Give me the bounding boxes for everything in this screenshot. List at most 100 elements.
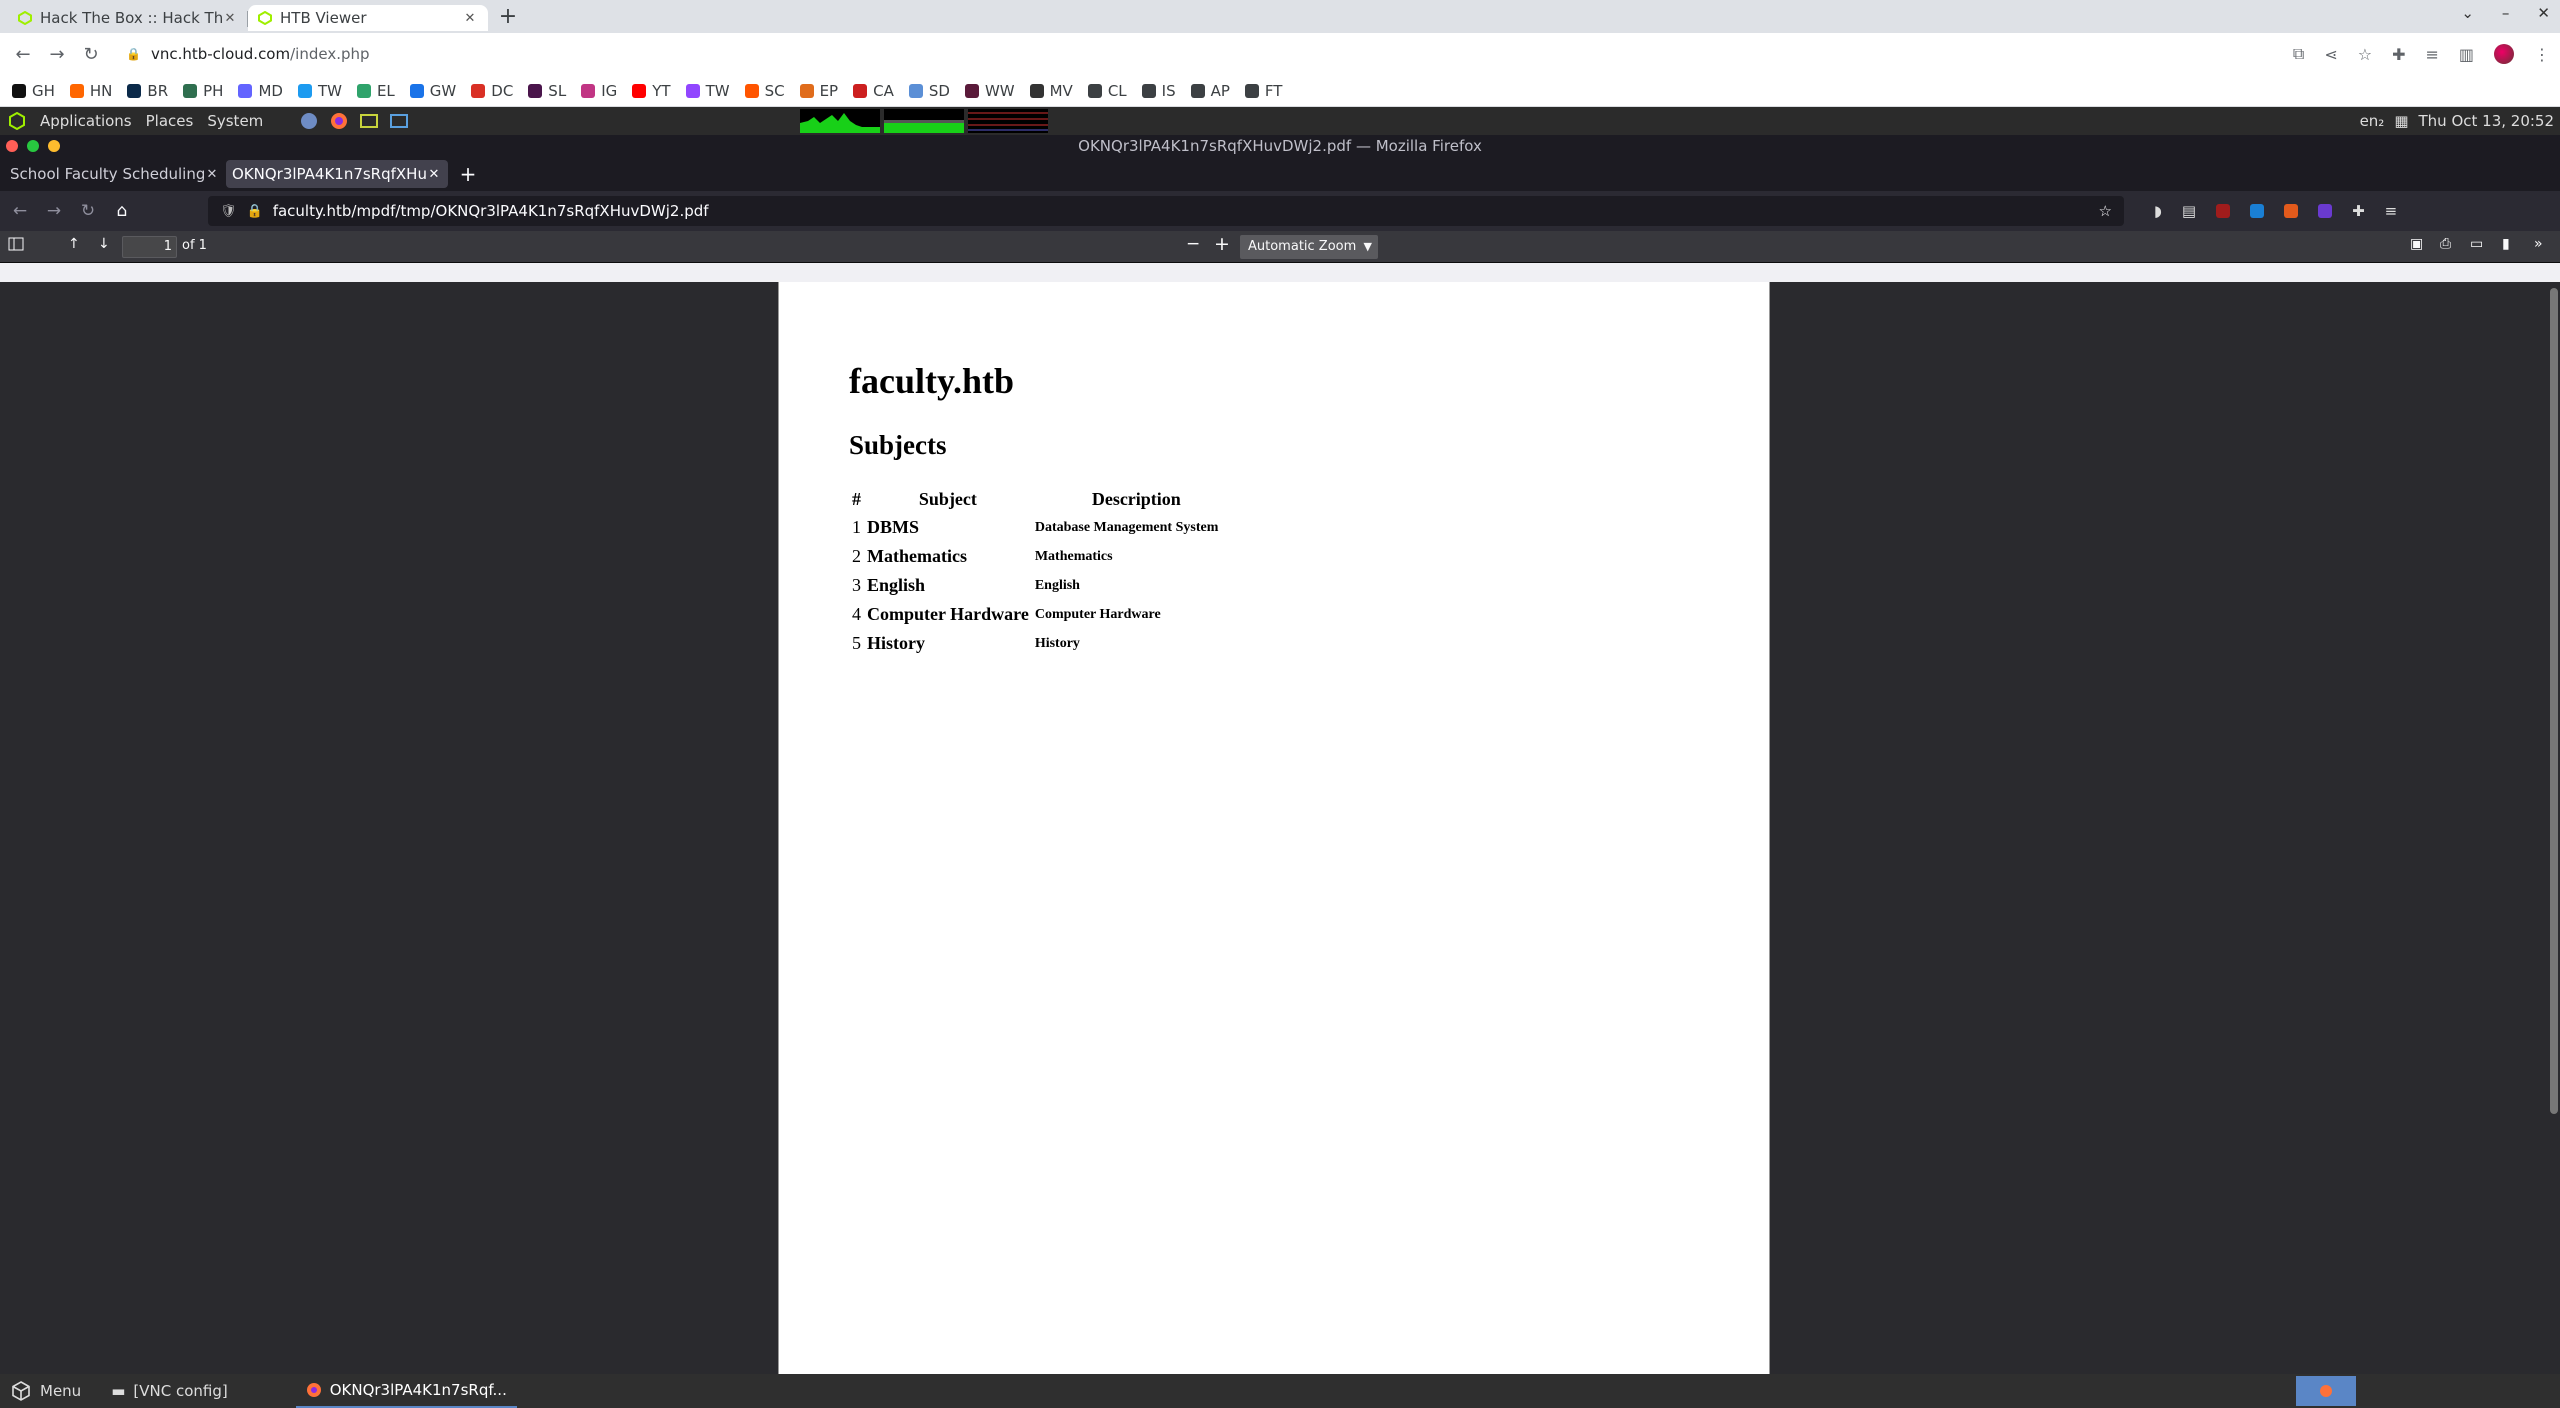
minimize-window-icon[interactable] [48,140,60,152]
sidebar-toggle-icon[interactable] [8,236,24,252]
panel-clock[interactable]: Thu Oct 13, 20:52 [2419,112,2555,130]
places-menu[interactable]: Places [146,112,194,130]
taskbar-item-vnc-config[interactable]: ▬ [VNC config] [101,1374,238,1408]
bookmark-ig[interactable]: IG [581,82,617,100]
bookmark-star-icon[interactable]: ☆ [2358,45,2372,64]
home-button[interactable]: ⌂ [110,201,134,221]
firefox-menu-icon[interactable]: ≡ [2385,202,2398,220]
bookmark-gh[interactable]: GH [12,82,55,100]
bookmark-sl[interactable]: SL [528,82,566,100]
bookmark-is[interactable]: IS [1141,82,1176,100]
bookmark-ft[interactable]: FT [1244,82,1282,100]
applications-menu[interactable]: Applications [40,112,132,130]
lock-icon[interactable]: 🔒 [126,47,141,61]
bookmark-favicon-icon [744,83,759,98]
page-number-input[interactable]: 1 [122,236,177,258]
back-button[interactable]: ← [8,201,32,221]
bookmark-ww[interactable]: WW [964,82,1015,100]
shield-icon[interactable]: 🛡 [220,204,237,219]
forward-button[interactable]: → [44,41,70,67]
side-panel-icon[interactable]: ▥ [2459,45,2474,64]
chrome-tab-htb-viewer[interactable]: HTB Viewer ✕ [248,5,488,31]
keyboard-layout[interactable]: en₂ [2360,112,2385,130]
bookmark-label: IG [601,81,618,100]
zoom-select[interactable]: Automatic Zoom ▼ [1240,235,1378,259]
subjects-table: # Subject Description 1 DBMS Database Mana… [849,486,1241,658]
save-icon[interactable]: ▭ [2470,236,2483,252]
bookmark-ca[interactable]: CA [853,82,894,100]
zoom-out-icon[interactable]: − [1186,234,1200,254]
system-monitor-graphs[interactable] [800,109,1048,133]
bookmark-mv[interactable]: MV [1029,82,1073,100]
back-button[interactable]: ← [10,41,36,67]
bookmark-dc[interactable]: DC [471,82,513,100]
taskbar-item-firefox[interactable]: OKNQr3lPA4K1n7sRqf... [295,1374,517,1408]
close-tab-icon[interactable]: ✕ [222,11,238,26]
bookmark-el[interactable]: EL [356,82,395,100]
firefox-tab-pdf[interactable]: OKNQr3lPA4K1n7sRqfXHuvDWj2.pdf ✕ [226,160,448,188]
minimize-icon[interactable]: – [2502,4,2510,22]
bookmark-md[interactable]: MD [238,82,283,100]
bookmark-ph[interactable]: PH [183,82,223,100]
close-tab-icon[interactable]: ✕ [462,11,478,26]
reading-list-icon[interactable]: ≡ [2425,45,2438,64]
bookmark-br[interactable]: BR [127,82,168,100]
bookmark-tw[interactable]: TW [685,82,730,100]
close-window-icon[interactable]: ✕ [2537,4,2550,22]
pocket-icon[interactable]: ◗ [2154,202,2162,220]
bookmark-gw[interactable]: GW [409,82,456,100]
previous-page-icon[interactable]: ↑ [68,236,80,252]
firefox-tab-scheduling[interactable]: School Faculty Scheduling System ✕ [4,160,226,188]
maximize-window-icon[interactable] [27,140,39,152]
menu-button[interactable]: Menu [0,1374,91,1408]
bookmark-hn[interactable]: HN [69,82,112,100]
profile-avatar[interactable] [2494,44,2514,64]
browser-launcher-icon[interactable] [299,111,319,131]
window-launcher-icon[interactable] [389,111,409,131]
extensions-icon[interactable]: ✚ [2352,202,2365,220]
extension-icon[interactable]: ▤ [2182,202,2196,220]
extensions-icon[interactable]: ✚ [2392,45,2405,64]
chrome-tab-hackthebox[interactable]: Hack The Box :: Hack The Box ✕ [8,5,248,31]
install-app-icon[interactable]: ⧉ [2293,44,2304,64]
bookmark-sc[interactable]: SC [744,82,785,100]
bookmark-ep[interactable]: EP [799,82,838,100]
reload-button[interactable]: ↻ [76,201,100,221]
new-tab-button[interactable]: + [494,3,522,31]
share-icon[interactable]: ⋖ [2324,45,2337,64]
close-tab-icon[interactable]: ✕ [204,167,220,182]
firefox-launcher-icon[interactable] [329,111,349,131]
close-window-icon[interactable] [6,140,18,152]
pdf-viewer[interactable]: faculty.htb Subjects # Subject Descripti… [0,282,2560,1374]
tools-menu-icon[interactable]: » [2534,236,2543,252]
workspace-switcher[interactable] [2296,1376,2356,1406]
bookmark-icon[interactable]: ▮ [2502,236,2510,252]
foxyproxy-icon[interactable] [2284,204,2299,218]
presentation-mode-icon[interactable]: ▣ [2410,236,2423,252]
next-page-icon[interactable]: ↓ [98,236,110,252]
system-menu[interactable]: System [207,112,263,130]
vertical-scrollbar[interactable] [2550,288,2558,1114]
tab-search-icon[interactable]: ⌄ [2461,4,2474,22]
close-tab-icon[interactable]: ✕ [426,167,442,182]
zoom-in-icon[interactable]: + [1214,233,1230,255]
new-tab-button[interactable]: + [454,162,482,186]
reload-button[interactable]: ↻ [78,41,104,67]
firefox-address-bar[interactable]: 🛡 🔒 faculty.htb/mpdf/tmp/OKNQr3lPA4K1n7s… [208,196,2124,226]
chrome-address-bar[interactable]: 🔒 vnc.htb-cloud.com/index.php [112,39,2283,69]
bookmark-cl[interactable]: CL [1087,82,1127,100]
bookmark-tw[interactable]: TW [297,82,342,100]
print-icon[interactable]: ⎙ [2440,236,2451,252]
extension-badge-icon[interactable] [2318,204,2333,218]
terminal-launcher-icon[interactable] [359,111,379,131]
forward-button[interactable]: → [42,201,66,221]
ublock-icon[interactable] [2216,204,2231,218]
bookmark-ap[interactable]: AP [1190,82,1230,100]
extension-s-icon[interactable] [2250,204,2265,218]
network-icon[interactable]: ▦ [2394,112,2408,130]
lock-icon[interactable]: 🔒 [247,204,263,219]
bookmark-star-icon[interactable]: ☆ [2099,202,2112,220]
chrome-menu-icon[interactable]: ⋮ [2534,45,2550,64]
bookmark-yt[interactable]: YT [632,82,671,100]
bookmark-sd[interactable]: SD [908,82,950,100]
